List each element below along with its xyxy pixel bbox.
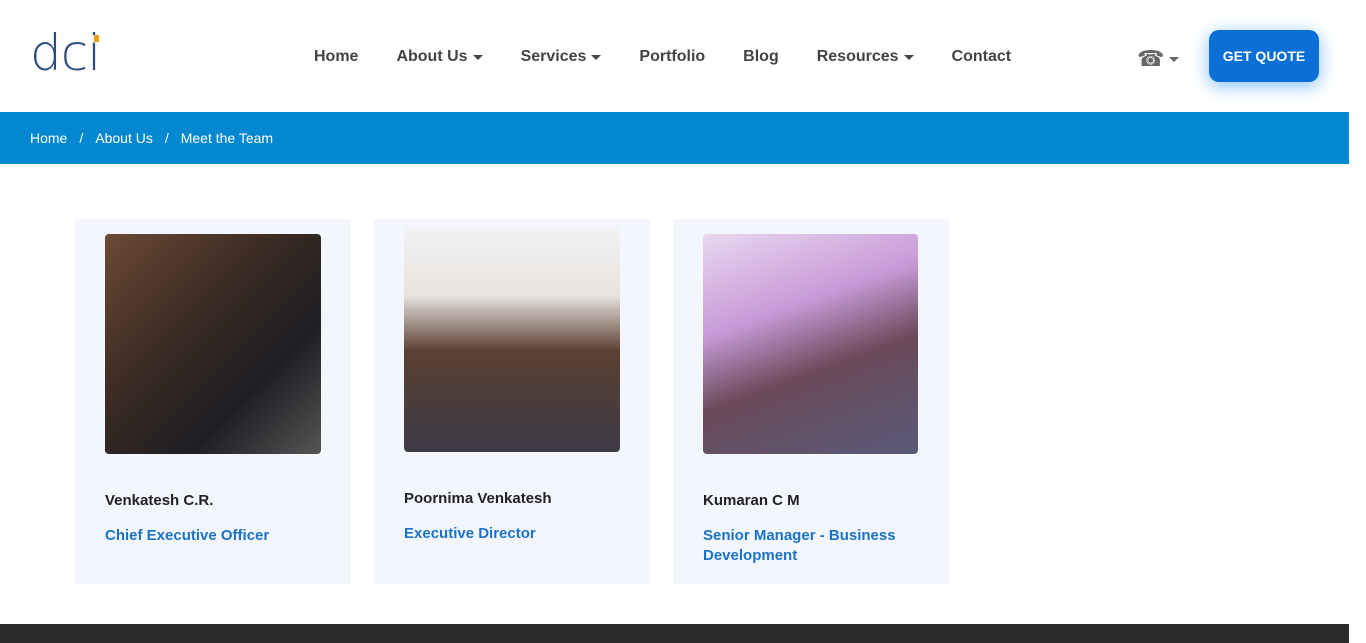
team-member-role: Senior Manager - Business Development [703,527,896,564]
get-quote-button[interactable]: GET QUOTE [1209,30,1319,82]
breadcrumb: Home / About Us / Meet the Team [0,112,1349,164]
team-member-photo [404,228,620,452]
logo-dot [94,35,100,42]
team-member-name: Poornima Venkatesh [404,490,552,507]
team-member-role: Executive Director [404,525,536,542]
caret-down-icon [903,54,914,60]
team-member-name: Kumaran C M [703,492,800,509]
phone-dropdown[interactable]: ☎ [1137,46,1180,72]
caret-down-icon [472,54,483,60]
nav-services[interactable]: Services [521,48,602,66]
team-member-role: Chief Executive Officer [105,527,270,544]
breadcrumb-about-us[interactable]: About Us [95,130,153,146]
site-header: dci Home About Us Services Portfolio Blo… [0,0,1349,112]
phone-icon: ☎ [1137,46,1165,71]
nav-contact[interactable]: Contact [952,48,1012,66]
team-card: Kumaran C M Senior Manager - Business De… [673,219,949,584]
nav-home[interactable]: Home [314,48,358,66]
footer [0,624,1349,643]
nav-resources[interactable]: Resources [817,48,914,66]
breadcrumb-current: Meet the Team [180,130,274,146]
nav-portfolio[interactable]: Portfolio [639,48,705,66]
team-member-photo [703,234,918,454]
breadcrumb-home[interactable]: Home [30,130,67,146]
team-member-name: Venkatesh C.R. [105,492,214,509]
team-card: Poornima Venkatesh Executive Director [374,219,650,584]
breadcrumb-separator: / [164,130,169,146]
main-nav: Home About Us Services Portfolio Blog Re… [314,48,1049,66]
logo[interactable]: dci [30,28,101,78]
nav-about-us[interactable]: About Us [396,48,483,66]
nav-blog[interactable]: Blog [743,48,779,66]
team-member-photo [105,234,321,454]
caret-down-icon [1169,56,1180,62]
team-card: Venkatesh C.R. Chief Executive Officer [75,219,351,584]
caret-down-icon [591,54,602,60]
breadcrumb-separator: / [79,130,84,146]
